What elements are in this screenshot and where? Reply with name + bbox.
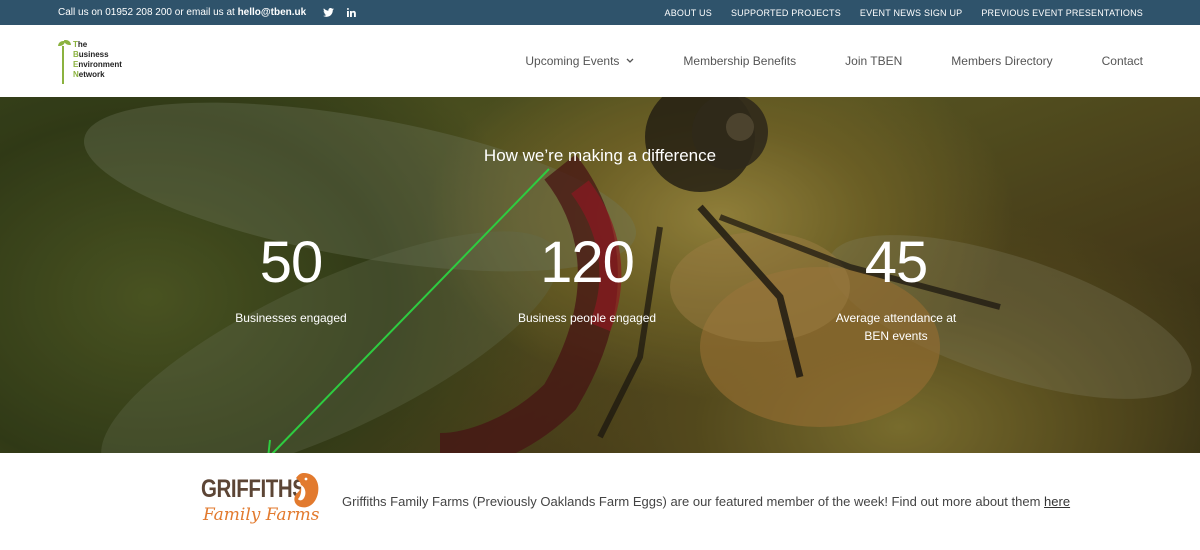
stat-label: Business people engaged xyxy=(517,311,657,325)
stat-businesses-engaged: 50 Businesses engaged xyxy=(191,231,391,327)
logo-leaf xyxy=(64,40,71,45)
featured-member: GRIFFITHS Family Farms Griffiths Family … xyxy=(0,453,1200,550)
site-header: The Business Environment Network Upcomin… xyxy=(0,25,1200,97)
stat-business-people-engaged: 120 Business people engaged xyxy=(487,231,687,327)
nav-members-directory[interactable]: Members Directory xyxy=(951,54,1052,68)
nav-upcoming-events[interactable]: Upcoming Events xyxy=(525,54,634,68)
nav-contact[interactable]: Contact xyxy=(1102,54,1143,68)
stat-label: Businesses engaged xyxy=(235,311,347,325)
top-links: ABOUT US SUPPORTED PROJECTS EVENT NEWS S… xyxy=(665,8,1144,18)
featured-member-link[interactable]: here xyxy=(1044,494,1070,509)
featured-member-text: Griffiths Family Farms (Previously Oakla… xyxy=(342,494,1071,509)
stat-value: 120 xyxy=(540,230,635,295)
top-link-supported-projects[interactable]: SUPPORTED PROJECTS xyxy=(731,8,841,18)
stat-value: 50 xyxy=(259,230,324,295)
top-link-previous-presentations[interactable]: PREVIOUS EVENT PRESENTATIONS xyxy=(981,8,1143,18)
top-link-about-us[interactable]: ABOUT US xyxy=(665,8,712,18)
griffiths-family-farms-logo[interactable]: GRIFFITHS Family Farms xyxy=(201,471,321,541)
top-link-event-news-sign-up[interactable]: EVENT NEWS SIGN UP xyxy=(860,8,962,18)
logo-stem xyxy=(62,46,64,84)
stats-hero: How we’re making a difference 50 Busines… xyxy=(0,97,1200,453)
top-bar: Call us on 01952 208 200 or email us at … xyxy=(0,0,1200,25)
contact-text: Call us on 01952 208 200 or email us at … xyxy=(58,7,307,18)
stat-label: Average attendance at BEN events xyxy=(835,311,957,343)
stat-value: 45 xyxy=(864,230,929,295)
site-logo[interactable]: The Business Environment Network xyxy=(58,38,138,88)
hen-icon xyxy=(294,473,319,508)
nav-join-tben[interactable]: Join TBEN xyxy=(845,54,902,68)
twitter-icon[interactable] xyxy=(323,8,335,17)
top-bar-contact: Call us on 01952 208 200 or email us at … xyxy=(58,7,357,18)
logo-wordmark: The Business Environment Network xyxy=(73,40,122,79)
email-link[interactable]: hello@tben.uk xyxy=(238,7,307,18)
linkedin-icon[interactable] xyxy=(347,8,357,17)
stat-average-attendance: 45 Average attendance at BEN events xyxy=(796,231,996,345)
main-nav: Upcoming Events Membership Benefits Join… xyxy=(525,25,1143,97)
chevron-down-icon xyxy=(626,58,634,63)
nav-membership-benefits[interactable]: Membership Benefits xyxy=(683,54,796,68)
social-links xyxy=(323,8,357,17)
hero-heading: How we’re making a difference xyxy=(483,146,717,165)
